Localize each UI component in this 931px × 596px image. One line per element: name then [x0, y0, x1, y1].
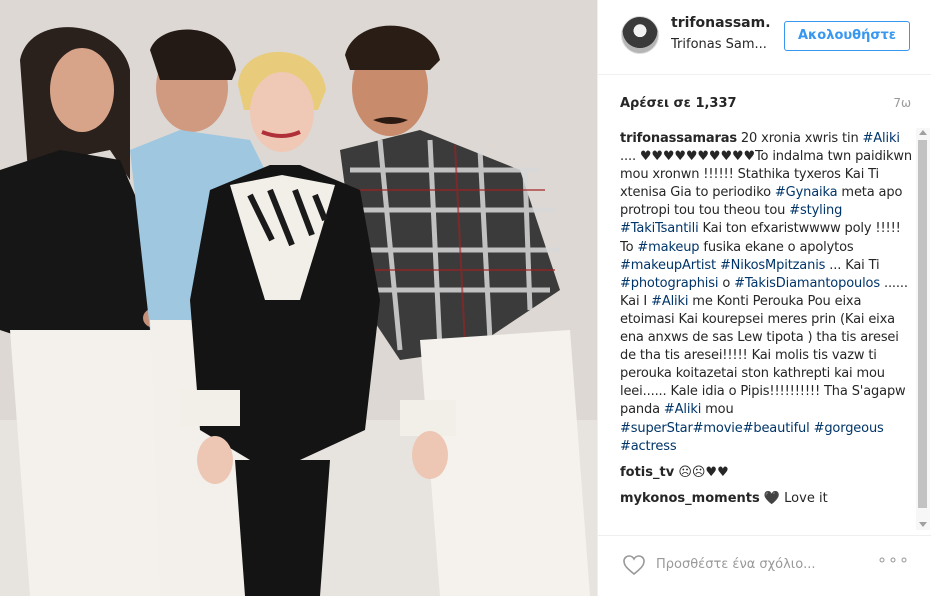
hashtag-link[interactable]: #styling — [789, 203, 842, 218]
scroll-up-arrow-icon[interactable] — [919, 130, 927, 135]
header-username[interactable]: trifonassam... — [671, 15, 771, 31]
comment-username[interactable]: fotis_tv — [620, 465, 674, 480]
comment-footer: ∘∘∘ — [598, 535, 931, 596]
post-time[interactable]: 7ω — [893, 96, 911, 110]
caption-text-segment: ... Kai Ti — [825, 257, 880, 273]
comment-entries: fotis_tv ☹☹♥♥ mykonos_moments 🖤 Love it — [620, 464, 916, 508]
scroll-down-arrow-icon[interactable] — [919, 522, 927, 527]
hashtag-link[interactable]: #makeupArtist — [620, 258, 716, 273]
hashtag-link[interactable]: #beautiful — [743, 421, 810, 436]
caption-text-segment: fusika ekane o apolytos — [699, 239, 854, 255]
caption-text-segment: 20 xronia xwris tin — [736, 131, 863, 146]
comments-scrollbar[interactable] — [916, 128, 930, 530]
follow-button[interactable]: Ακολουθήστε — [784, 21, 910, 51]
caption-username[interactable]: trifonassamaras — [620, 131, 737, 146]
caption: trifonassamaras 20 xronia xwris tin #Ali… — [620, 130, 916, 456]
caption-text-segment: mou — [701, 402, 734, 418]
heart-outline-icon[interactable] — [622, 554, 646, 580]
hashtag-link[interactable]: #photographisi — [620, 276, 718, 291]
likes-count[interactable]: Αρέσει σε 1,337 — [620, 96, 737, 111]
hashtag-link[interactable]: #superStar — [620, 421, 693, 436]
avatar[interactable] — [621, 16, 659, 54]
comment-username[interactable]: mykonos_moments — [620, 491, 760, 506]
caption-text: 20 xronia xwris tin #Aliki .... ♥♥♥♥♥♥♥♥… — [620, 131, 912, 454]
hashtag-link[interactable]: #movie — [693, 421, 743, 436]
comment-item: fotis_tv ☹☹♥♥ — [620, 464, 916, 482]
post-header: trifonassam... Trifonas Sam... Ακολουθήσ… — [598, 0, 931, 75]
header-full-name: Trifonas Sam... — [671, 37, 767, 52]
hashtag-link[interactable]: #gorgeous — [814, 421, 884, 436]
hashtag-link[interactable]: #actress — [620, 439, 677, 454]
post-photo[interactable] — [0, 0, 597, 596]
hashtag-link[interactable]: #Aliki — [664, 402, 701, 417]
photo-illustration — [0, 0, 597, 596]
hashtag-link[interactable]: #Aliki — [863, 131, 900, 146]
comment-text: 🖤 Love it — [759, 490, 828, 506]
caption-text-segment: me Konti Perouka Pou eixa etoimasi Kai k… — [620, 293, 906, 418]
hashtag-link[interactable]: #TakiTsantili — [620, 221, 699, 236]
hashtag-link[interactable]: #Gynaika — [775, 185, 838, 200]
comment-item: mykonos_moments 🖤 Love it — [620, 490, 916, 508]
hashtag-link[interactable]: #makeup — [637, 240, 699, 255]
hashtag-link[interactable]: #NikosMpitzanis — [720, 258, 826, 273]
ellipsis-icon[interactable]: ∘∘∘ — [877, 550, 910, 569]
caption-text-segment: o — [718, 275, 735, 291]
hashtag-link[interactable]: #TakisDiamantopoulos — [734, 276, 880, 291]
comment-text: ☹☹♥♥ — [674, 464, 729, 480]
hashtag-link[interactable]: #Aliki — [651, 294, 688, 309]
post-details-panel: trifonassam... Trifonas Sam... Ακολουθήσ… — [597, 0, 931, 596]
comments-list: trifonassamaras 20 xronia xwris tin #Ali… — [620, 130, 916, 528]
scroll-thumb[interactable] — [918, 140, 927, 508]
comment-input[interactable] — [656, 554, 876, 574]
instagram-post-view: trifonassam... Trifonas Sam... Ακολουθήσ… — [0, 0, 931, 596]
